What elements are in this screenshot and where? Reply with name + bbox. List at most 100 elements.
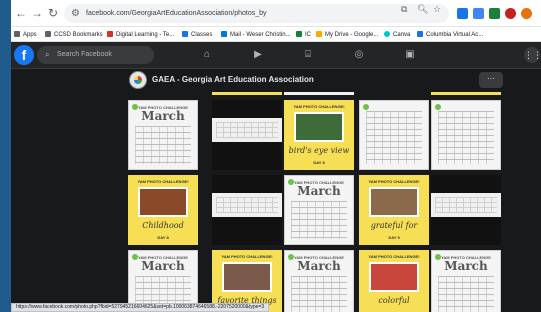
calendar-grid [438,276,494,312]
back-icon[interactable]: ← [14,6,28,20]
bookmark-ic[interactable]: IC [296,30,311,40]
search-placeholder: Search Facebook [57,51,112,58]
zoom-icon[interactable]: 🔍︎ [417,4,428,15]
photo-tile[interactable] [212,100,282,170]
outlook-icon [221,31,227,37]
bookmark-label: Classes [191,32,213,38]
bookmark-label: Canva [393,32,411,38]
groups-icon[interactable]: ◎ [352,48,366,62]
tile-heading: YAM PHOTO CHALLENGE! [221,254,273,259]
site-info-icon[interactable]: ⚙ [71,7,80,20]
extension-icon-1[interactable] [457,8,468,19]
tile-heading: YAM PHOTO CHALLENGE! [368,179,420,184]
tile-day: DAY 8 [157,235,169,240]
bookmark-label: My Drive - Google... [325,32,379,38]
browser-window: ← → ↻ ⚙ facebook.com/GeorgiaArtEducation… [11,0,541,312]
tile-photo [369,262,419,292]
canva-icon [384,31,390,37]
profile-avatar[interactable] [521,8,532,19]
apps-icon [14,31,20,37]
calendar-grid [438,111,494,164]
photo-tile[interactable]: YAM PHOTO CHALLENGE March [128,100,198,170]
photo-tile-partial[interactable] [284,92,354,95]
bookmark-label: Columbia Virtual Ac... [426,32,484,38]
bookmark-classes[interactable]: Classes [182,30,212,40]
address-url: facebook.com/GeorgiaArtEducationAssociat… [86,10,267,17]
bookmarks-bar: Apps CCSD Bookmarks Digital Learning - T… [11,27,541,42]
extension-icon-4[interactable] [505,8,516,19]
install-icon[interactable]: ⧉ [401,4,407,15]
digital-learning-icon [107,31,113,37]
group-avatar[interactable] [129,71,147,89]
photo-tile[interactable] [212,175,282,245]
calendar-grid [366,111,422,164]
photo-tile[interactable]: YAM PHOTO CHALLENGE! grateful for DAY 9 [359,175,429,245]
tile-month: March [141,259,185,273]
facebook-top-bar: f ⌕ Search Facebook ⌂ ▶ ⌸ ◎ ▣ ⋮⋮ [11,42,541,69]
photo-tile[interactable]: YAM PHOTO CHALLENGE March [284,175,354,245]
search-icon: ⌕ [45,50,50,59]
calendar-grid [135,126,191,164]
tile-month: March [297,259,341,273]
extension-icon-3[interactable] [489,8,500,19]
photo-tile[interactable]: YAM PHOTO CHALLENGE March [431,250,501,312]
watch-icon[interactable]: ▶ [251,48,265,62]
tile-heading: YAM PHOTO CHALLENGE! [293,104,345,109]
reload-icon[interactable]: ↻ [46,6,60,20]
calendar-grid [291,201,347,239]
bookmark-label: Apps [23,32,37,38]
bookmark-apps[interactable]: Apps [14,30,37,40]
bookmark-label: Mail - Weser Christin... [230,32,291,38]
photo-tile-partial[interactable] [212,92,282,95]
tile-heading: YAM PHOTO CHALLENGE! [137,179,189,184]
folder-icon [45,31,51,37]
group-name[interactable]: GAEA - Georgia Art Education Association [152,75,314,85]
tile-photo [294,112,344,142]
tile-month: March [297,184,341,198]
forward-icon[interactable]: → [30,6,44,20]
photo-tile[interactable] [359,100,429,170]
tile-caption: colorful [378,296,410,305]
menu-grid-icon[interactable]: ⋮⋮ [524,47,541,63]
google-icon [182,31,188,37]
tile-heading: YAM PHOTO CHALLENGE! [368,254,420,259]
photo-tile[interactable]: YAM PHOTO CHALLENGE! bird's eye view DAY… [284,100,354,170]
tile-photo [138,187,188,217]
browser-toolbar: ← → ↻ ⚙ facebook.com/GeorgiaArtEducation… [11,0,541,27]
bookmark-my-drive[interactable]: My Drive - Google... [316,30,378,40]
columbia-icon [417,31,423,37]
extension-icon-2[interactable] [473,8,484,19]
home-icon[interactable]: ⌂ [200,48,214,62]
bookmark-star-icon[interactable]: ☆ [433,4,441,15]
photo-tile[interactable] [431,175,501,245]
photo-tile[interactable]: YAM PHOTO CHALLENGE March [284,250,354,312]
bookmark-columbia[interactable]: Columbia Virtual Ac... [417,30,483,40]
calendar-strip [212,118,282,142]
tile-photo [369,187,419,217]
address-bar[interactable]: ⚙ facebook.com/GeorgiaArtEducationAssoci… [64,4,449,23]
photo-tile[interactable] [431,100,501,170]
calendar-strip [212,193,282,217]
bookmark-label: Digital Learning - Te... [116,32,175,38]
bookmark-digital-learning[interactable]: Digital Learning - Te... [107,30,174,40]
bookmark-canva[interactable]: Canva [384,30,410,40]
tile-caption: bird's eye view [288,146,350,155]
bookmark-label: CCSD Bookmarks [54,32,103,38]
more-options-button[interactable]: ··· [479,72,503,88]
link-status-bar: https://www.facebook.com/photo.php?fbid=… [11,303,270,312]
bookmark-ccsd[interactable]: CCSD Bookmarks [45,30,103,40]
gaming-icon[interactable]: ▣ [403,48,417,62]
bookmark-mail[interactable]: Mail - Weser Christin... [221,30,291,40]
tile-caption: Childhood [142,221,184,230]
photo-tile-partial[interactable] [431,92,501,95]
photo-tile[interactable]: YAM PHOTO CHALLENGE! colorful [359,250,429,312]
tile-caption: grateful for [370,221,418,230]
photo-grid: YAM PHOTO CHALLENGE March YAM PHOTO CHAL… [11,92,541,312]
facebook-logo-icon[interactable]: f [14,45,34,65]
logo-icon [363,104,369,110]
photo-tile[interactable]: YAM PHOTO CHALLENGE! Childhood DAY 8 [128,175,198,245]
marketplace-icon[interactable]: ⌸ [301,48,315,62]
search-field[interactable]: ⌕ Search Facebook [37,46,154,64]
tile-month: March [141,109,185,123]
tile-month: March [444,259,488,273]
